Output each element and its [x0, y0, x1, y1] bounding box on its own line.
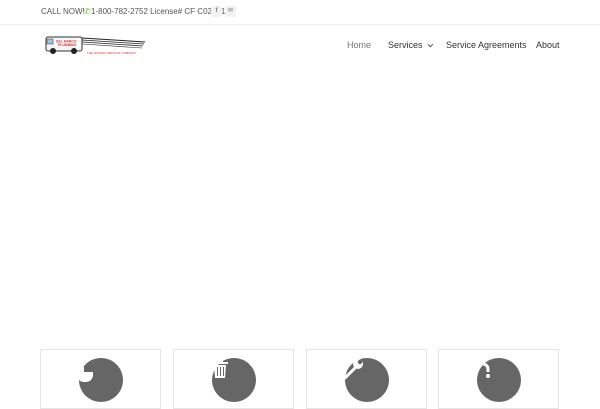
wrench-icon: [345, 358, 389, 402]
logo-tagline: THE GOLDEN SERVICE COMPANY: [87, 51, 136, 55]
mail-icon[interactable]: ✉: [225, 6, 236, 17]
facebook-icon[interactable]: f: [211, 6, 222, 17]
service-card-2[interactable]: [173, 349, 294, 409]
service-card-1[interactable]: [40, 349, 161, 409]
faucet-icon: [477, 358, 521, 402]
top-bar: CALL NOW! ✆ 1-800-782-2752 License# CF C…: [0, 0, 600, 25]
hero-area: [0, 68, 600, 338]
logo-line2: PLUMBING: [58, 43, 76, 47]
phone-icon: ✆: [84, 7, 91, 16]
bathtub-icon: [79, 358, 123, 402]
nav-about[interactable]: About: [536, 39, 560, 51]
trash-icon: [212, 358, 256, 402]
call-now-label: CALL NOW!: [41, 7, 85, 16]
service-card-3[interactable]: [306, 349, 427, 409]
nav-service-agreements[interactable]: Service Agreements: [446, 39, 527, 51]
phone-license-text[interactable]: 1-800-782-2752 License# CF C029715: [91, 7, 230, 17]
service-card-4[interactable]: [438, 349, 559, 409]
nav-services[interactable]: Services: [388, 39, 433, 51]
nav-home[interactable]: Home: [347, 39, 371, 51]
site-logo[interactable]: DEL MARCO PLUMBING THE GOLDEN SERVICE CO…: [44, 33, 146, 57]
nav-services-label: Services: [388, 40, 423, 50]
